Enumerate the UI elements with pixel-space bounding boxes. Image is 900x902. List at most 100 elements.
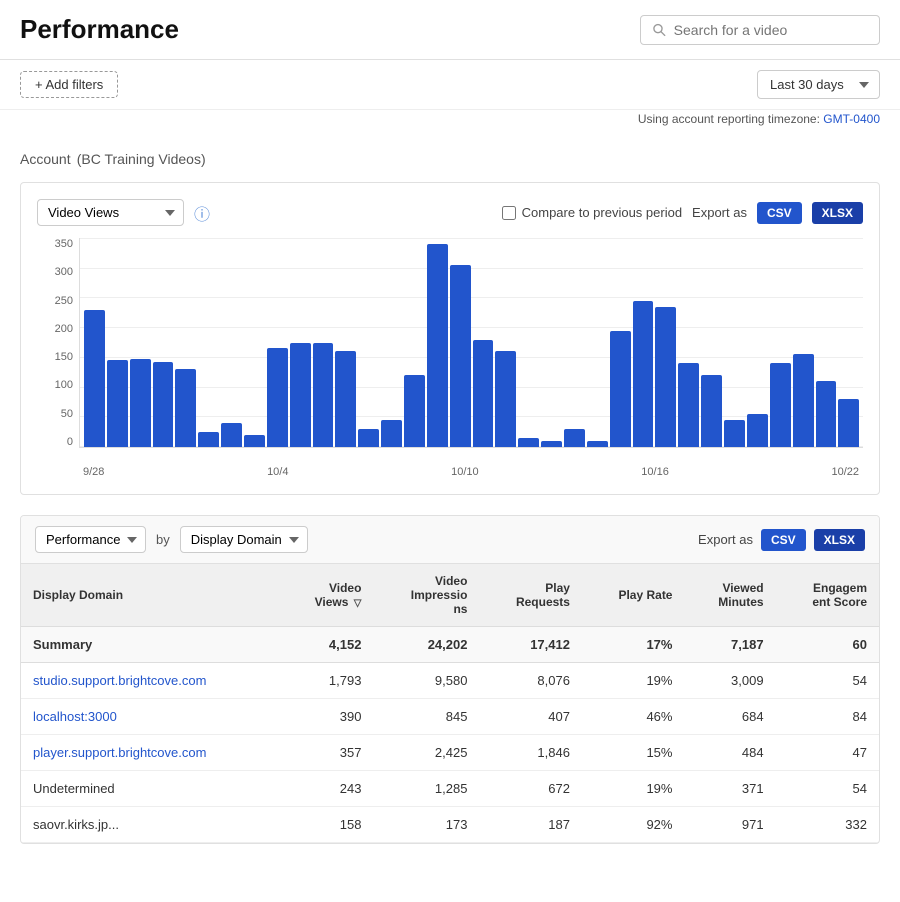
- domain-link[interactable]: player.support.brightcove.com: [33, 745, 206, 760]
- metric-dropdown[interactable]: Video Views Video Impressions Play Reque…: [37, 199, 184, 226]
- summary-video-views: 4,152: [280, 627, 373, 663]
- performance-dropdown[interactable]: Performance: [35, 526, 146, 553]
- col-header-play-requests[interactable]: PlayRequests: [479, 564, 582, 627]
- chart-xlsx-button[interactable]: XLSX: [812, 202, 863, 224]
- chart-bar[interactable]: [358, 429, 379, 447]
- chart-bar[interactable]: [541, 441, 562, 447]
- chart-bar[interactable]: [816, 381, 837, 447]
- table-row: player.support.brightcove.com 357 2,425 …: [21, 735, 879, 771]
- chart-bar[interactable]: [655, 307, 676, 447]
- chart-bar[interactable]: [313, 343, 334, 448]
- x-label-104: 10/4: [267, 466, 288, 478]
- chart-bar[interactable]: [107, 360, 128, 447]
- row-play-rate: 19%: [582, 771, 685, 807]
- search-box[interactable]: [640, 15, 880, 45]
- chart-bar[interactable]: [724, 420, 745, 447]
- chart-bar[interactable]: [450, 265, 471, 447]
- row-domain[interactable]: localhost:3000: [21, 699, 280, 735]
- chart-bar[interactable]: [244, 435, 265, 447]
- y-label-200: 200: [37, 323, 73, 335]
- row-viewed-minutes: 971: [684, 807, 775, 843]
- by-label: by: [156, 532, 170, 547]
- dimension-dropdown[interactable]: Display Domain Video Country Device Type: [180, 526, 308, 553]
- row-video-views: 1,793: [280, 663, 373, 699]
- chart-bar[interactable]: [610, 331, 631, 447]
- col-header-display-domain[interactable]: Display Domain: [21, 564, 280, 627]
- chart-bar[interactable]: [793, 354, 814, 447]
- col-header-engagement-score[interactable]: Engagement Score: [776, 564, 879, 627]
- search-input[interactable]: [674, 22, 867, 38]
- compare-label-text: Compare to previous period: [522, 205, 682, 220]
- col-header-play-rate[interactable]: Play Rate: [582, 564, 685, 627]
- chart-bar[interactable]: [495, 351, 516, 447]
- summary-viewed-minutes: 7,187: [684, 627, 775, 663]
- account-section: Account (BC Training Videos): [0, 134, 900, 170]
- chart-bar[interactable]: [473, 340, 494, 447]
- summary-play-requests: 17,412: [479, 627, 582, 663]
- row-play-rate: 19%: [582, 663, 685, 699]
- chart-bar[interactable]: [633, 301, 654, 447]
- row-domain: Undetermined: [21, 771, 280, 807]
- row-domain[interactable]: studio.support.brightcove.com: [21, 663, 280, 699]
- row-video-impressions: 1,285: [373, 771, 479, 807]
- chart-bar[interactable]: [290, 343, 311, 448]
- timezone-link[interactable]: GMT-0400: [823, 112, 880, 126]
- date-range-dropdown[interactable]: Last 30 days Last 7 days Last 365 days C…: [757, 70, 880, 99]
- table-xlsx-button[interactable]: XLSX: [814, 529, 865, 551]
- row-domain[interactable]: player.support.brightcove.com: [21, 735, 280, 771]
- row-engagement-score: 47: [776, 735, 879, 771]
- chart-bar[interactable]: [153, 362, 174, 447]
- sort-arrow-views: ▽: [354, 598, 362, 609]
- chart-bar[interactable]: [381, 420, 402, 447]
- data-table: Display Domain VideoViews ▽ VideoImpress…: [21, 564, 879, 843]
- bars-wrapper: [80, 238, 863, 447]
- table-csv-button[interactable]: CSV: [761, 529, 806, 551]
- compare-checkbox-label[interactable]: Compare to previous period: [502, 205, 682, 220]
- chart-bar[interactable]: [427, 244, 448, 447]
- chart-bar[interactable]: [404, 375, 425, 447]
- chart-bar[interactable]: [267, 348, 288, 447]
- compare-checkbox[interactable]: [502, 206, 516, 220]
- account-title: Account (BC Training Videos): [20, 144, 880, 170]
- chart-bar[interactable]: [564, 429, 585, 447]
- chart-bar[interactable]: [770, 363, 791, 447]
- row-viewed-minutes: 3,009: [684, 663, 775, 699]
- domain-link[interactable]: localhost:3000: [33, 709, 117, 724]
- chart-bar[interactable]: [701, 375, 722, 447]
- row-play-rate: 46%: [582, 699, 685, 735]
- chart-bar[interactable]: [221, 423, 242, 447]
- row-play-requests: 672: [479, 771, 582, 807]
- toolbar: + Add filters Last 30 days Last 7 days L…: [0, 60, 900, 110]
- col-header-video-impressions[interactable]: VideoImpressions: [373, 564, 479, 627]
- chart-bar[interactable]: [335, 351, 356, 447]
- chart-bar[interactable]: [175, 369, 196, 447]
- chart-toolbar: Video Views Video Impressions Play Reque…: [37, 199, 863, 226]
- chart-y-axis: 350 300 250 200 150 100 50 0: [37, 238, 79, 448]
- row-viewed-minutes: 684: [684, 699, 775, 735]
- table-toolbar-right: Export as CSV XLSX: [698, 529, 865, 551]
- chart-bar[interactable]: [198, 432, 219, 447]
- col-header-viewed-minutes[interactable]: ViewedMinutes: [684, 564, 775, 627]
- chart-bar[interactable]: [518, 438, 539, 447]
- account-subtitle: (BC Training Videos): [77, 151, 206, 167]
- row-engagement-score: 54: [776, 663, 879, 699]
- y-label-150: 150: [37, 351, 73, 363]
- table-header-row: Display Domain VideoViews ▽ VideoImpress…: [21, 564, 879, 627]
- chart-bar[interactable]: [587, 441, 608, 447]
- row-video-views: 158: [280, 807, 373, 843]
- chart-bar[interactable]: [84, 310, 105, 447]
- domain-link[interactable]: studio.support.brightcove.com: [33, 673, 206, 688]
- chart-bar[interactable]: [130, 359, 151, 447]
- chart-bar[interactable]: [747, 414, 768, 447]
- chart-bar[interactable]: [838, 399, 859, 447]
- chart-x-axis: 9/28 10/4 10/10 10/16 10/22: [79, 450, 863, 478]
- header: Performance: [0, 0, 900, 60]
- row-play-requests: 1,846: [479, 735, 582, 771]
- info-icon[interactable]: ⓘ: [194, 201, 210, 225]
- chart-csv-button[interactable]: CSV: [757, 202, 802, 224]
- chart-bar[interactable]: [678, 363, 699, 447]
- col-header-video-views[interactable]: VideoViews ▽: [280, 564, 373, 627]
- add-filters-button[interactable]: + Add filters: [20, 71, 118, 98]
- summary-video-impressions: 24,202: [373, 627, 479, 663]
- y-label-100: 100: [37, 379, 73, 391]
